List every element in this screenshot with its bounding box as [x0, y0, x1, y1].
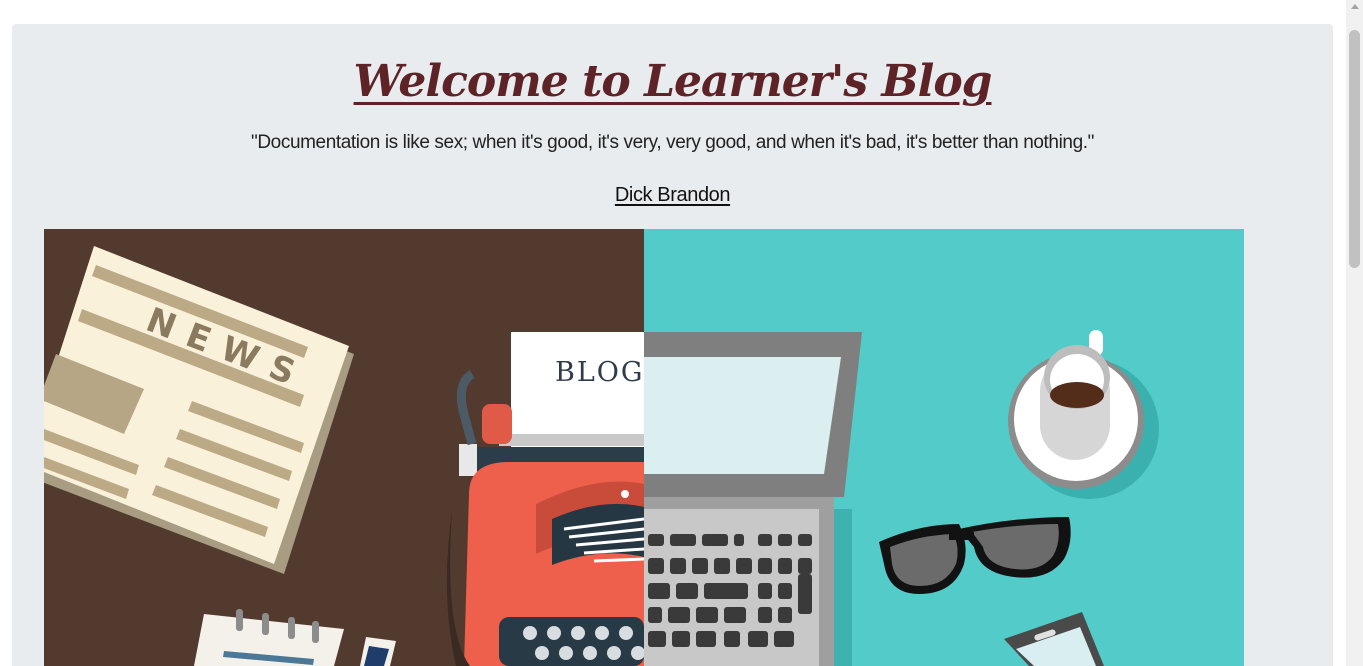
page-title: Welcome to Learner's Blog [353, 56, 993, 107]
scroll-up-arrow-icon[interactable] [1351, 4, 1359, 9]
author-link[interactable]: Dick Brandon [0, 180, 1345, 210]
quote-text: "Documentation is like sex; when it's go… [251, 132, 1094, 153]
scrollbar-thumb[interactable] [1349, 30, 1360, 268]
laptop-illustration [644, 332, 862, 666]
paper-label: BLOG [555, 357, 644, 388]
page-scrollbar[interactable] [1346, 0, 1363, 666]
page: Welcome to Learner's Blog "Documentation… [0, 0, 1363, 666]
hero-image: NEWS BLOG [44, 229, 1244, 666]
